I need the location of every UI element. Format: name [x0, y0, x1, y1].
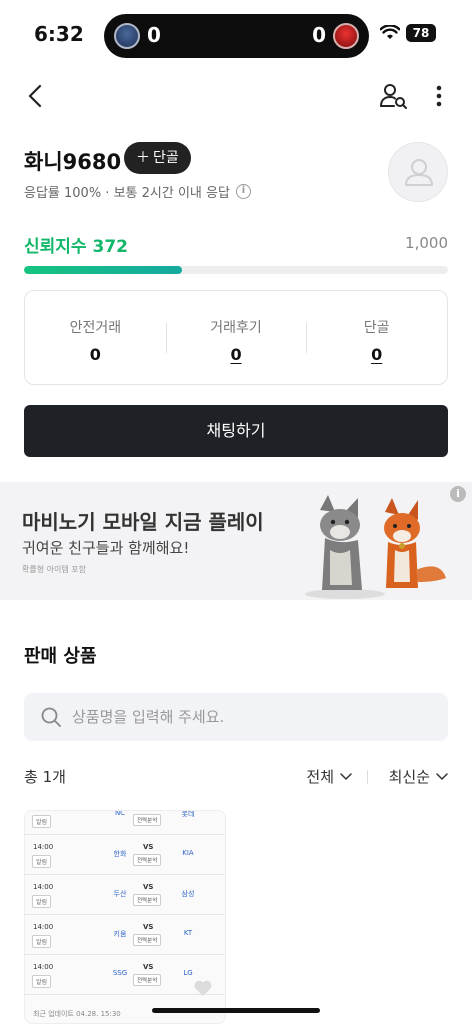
- game-row: 14:00 알림 두산 VS 전력분석 삼성: [25, 875, 225, 915]
- back-icon[interactable]: [20, 80, 52, 112]
- stats-card: 안전거래 0 거래후기 0 단골 0: [24, 290, 448, 385]
- stat-value[interactable]: 0: [230, 345, 241, 364]
- home-team: SSG: [112, 969, 128, 977]
- info-icon[interactable]: i: [235, 184, 251, 199]
- team-logo-icon: [114, 23, 140, 49]
- vs-label: VS: [143, 883, 154, 891]
- live-score-island[interactable]: 0 0: [104, 14, 369, 58]
- battery-icon: 78: [406, 24, 436, 42]
- status-bar: 6:32 0 0 78: [0, 0, 472, 70]
- home-indicator: [152, 1008, 320, 1013]
- home-team: 한화: [113, 850, 127, 858]
- wolf-fox-illustration: [305, 495, 446, 599]
- vs-label: VS: [143, 923, 154, 931]
- trust-progress-fill: [24, 266, 182, 274]
- vs-label: VS: [143, 843, 154, 851]
- analysis-badge: 전력분석: [133, 974, 162, 986]
- game-time: 14:00: [33, 843, 54, 851]
- game-row: 14:00 알림 한화 VS 전력분석 KIA: [25, 835, 225, 875]
- update-time: 최근 업데이트 04.28. 15:30: [33, 1010, 121, 1018]
- alarm-badge: 알림: [32, 935, 52, 948]
- status-time: 6:32: [34, 22, 84, 46]
- score-left: 0: [147, 23, 161, 47]
- schedule-list: 알림 NC VS 전력분석 롯데 14:00 알림 한화 VS 전력분석 KIA…: [25, 810, 225, 995]
- product-card[interactable]: 알림 NC VS 전력분석 롯데 14:00 알림 한화 VS 전력분석 KIA…: [24, 810, 226, 1024]
- trust-value: 372: [92, 237, 128, 257]
- response-info-text: 응답률 100% · 보통 2시간 이내 응답: [24, 186, 230, 201]
- list-toolbar: 총 1개 전체 최신순: [24, 764, 448, 786]
- stat-reviews[interactable]: 거래후기 0: [165, 291, 307, 384]
- game-row: 14:00 알림 키움 VS 전력분석 KT: [25, 915, 225, 955]
- away-team: 롯데: [181, 810, 195, 818]
- vs-label: VS: [143, 963, 154, 971]
- ad-title: 마비노기 모바일 지금 플레이: [22, 510, 264, 534]
- chat-button[interactable]: 채팅하기: [24, 405, 448, 457]
- analysis-badge: 전력분석: [133, 934, 162, 946]
- game-time: 14:00: [33, 923, 54, 931]
- vs-label: VS: [143, 810, 153, 811]
- stat-value: 0: [89, 345, 101, 364]
- ad-info-icon[interactable]: i: [450, 486, 466, 502]
- stat-label: 안전거래: [69, 320, 122, 336]
- chevron-down-icon: [340, 772, 352, 780]
- filter-label: 전체: [306, 768, 334, 786]
- chevron-down-icon: [436, 772, 448, 780]
- home-team: 키움: [113, 930, 127, 938]
- stat-label: 거래후기: [210, 320, 262, 336]
- analysis-badge: 전력분석: [133, 814, 162, 826]
- top-nav: [0, 74, 472, 118]
- wifi-icon: [380, 25, 400, 39]
- away-team: 삼성: [181, 890, 195, 898]
- alarm-badge: 알림: [32, 815, 52, 828]
- alarm-badge: 알림: [32, 895, 52, 908]
- total-count: 총 1개: [24, 768, 66, 786]
- away-team: KIA: [182, 849, 194, 857]
- ad-note: 확률형 아이템 포함: [22, 565, 86, 574]
- divider: [367, 770, 368, 784]
- plus-icon: ＋: [136, 150, 150, 166]
- product-search[interactable]: [24, 693, 448, 741]
- search-icon: [41, 707, 61, 727]
- avatar[interactable]: [388, 142, 448, 202]
- ad-banner[interactable]: 마비노기 모바일 지금 플레이 귀여운 친구들과 함께해요! 확률형 아이템 포…: [0, 482, 472, 600]
- more-icon[interactable]: [432, 80, 446, 112]
- search-input[interactable]: [72, 708, 432, 726]
- stat-value[interactable]: 0: [371, 345, 382, 364]
- analysis-badge: 전력분석: [133, 894, 162, 906]
- section-title: 판매 상품: [24, 646, 97, 667]
- game-time: 14:00: [33, 883, 54, 891]
- response-info: 응답률 100% · 보통 2시간 이내 응답 i: [24, 182, 251, 201]
- add-regular-button[interactable]: ＋ 단골: [124, 142, 191, 174]
- home-team: 두산: [113, 890, 127, 898]
- heart-icon[interactable]: [193, 979, 213, 997]
- score-right: 0: [312, 23, 326, 47]
- game-row: 알림 NC VS 전력분석 롯데: [25, 810, 225, 835]
- ad-subtitle: 귀여운 친구들과 함께해요!: [22, 539, 190, 557]
- team-logo-icon: [333, 23, 359, 49]
- away-team: LG: [183, 969, 193, 977]
- profile-header: 화니9680 ＋ 단골 응답률 100% · 보통 2시간 이내 응답 i: [24, 142, 448, 202]
- add-regular-label: 단골: [153, 150, 179, 166]
- stat-regulars[interactable]: 단골 0: [306, 291, 447, 384]
- alarm-badge: 알림: [32, 975, 52, 988]
- stat-label: 단골: [363, 320, 390, 336]
- game-time: 14:00: [33, 963, 54, 971]
- away-team: KT: [183, 929, 193, 937]
- status-icons: 78: [380, 24, 436, 42]
- filter-dropdown[interactable]: 전체: [306, 766, 352, 787]
- analysis-badge: 전력분석: [133, 854, 162, 866]
- nickname: 화니9680: [24, 150, 122, 174]
- trust-label-group: 신뢰지수 372: [24, 232, 128, 257]
- trust-progress-bar: [24, 266, 448, 274]
- trust-label: 신뢰지수: [24, 237, 87, 257]
- sort-label: 최신순: [388, 768, 430, 786]
- alarm-badge: 알림: [32, 855, 52, 868]
- sort-dropdown[interactable]: 최신순: [389, 766, 448, 787]
- default-avatar-icon: [405, 159, 433, 186]
- stat-safe-trade: 안전거래 0: [25, 291, 166, 384]
- user-search-icon[interactable]: [378, 80, 410, 112]
- home-team: NC: [114, 810, 126, 817]
- trust-max: 1,000: [405, 234, 448, 252]
